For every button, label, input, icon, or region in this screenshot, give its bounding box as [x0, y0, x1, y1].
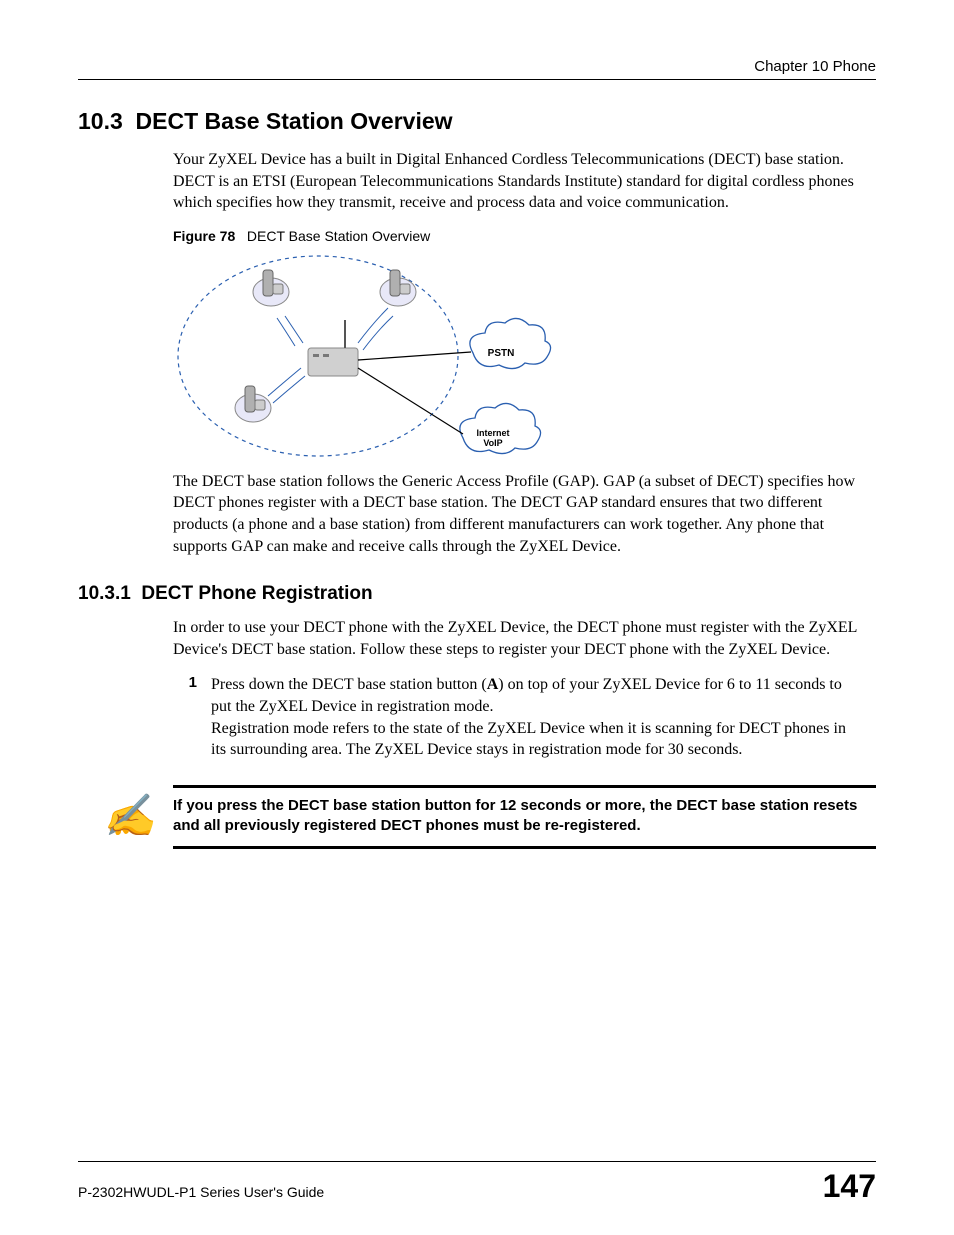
- step-text-bold: A: [487, 676, 499, 693]
- voip-label: VoIP: [483, 438, 502, 448]
- step-list: 1 Press down the DECT base station butto…: [173, 674, 876, 760]
- dect-phone-icon: [380, 270, 416, 306]
- figure-caption: Figure 78 DECT Base Station Overview: [173, 228, 876, 244]
- note-block: ✍ If you press the DECT base station but…: [173, 785, 876, 850]
- footer-page-number: 147: [823, 1168, 876, 1205]
- step-content: Press down the DECT base station button …: [211, 674, 846, 760]
- step-text-a: Press down the DECT base station button …: [211, 676, 487, 693]
- figure-diagram: PSTN Internet VoIP: [173, 248, 563, 463]
- figure-caption-text: DECT Base Station Overview: [247, 228, 430, 244]
- chapter-text: Chapter 10 Phone: [754, 58, 876, 75]
- dect-phone-icon: [253, 270, 289, 306]
- section-heading: 10.3 DECT Base Station Overview: [78, 108, 876, 135]
- pstn-cloud-icon: PSTN: [470, 318, 551, 368]
- dect-phone-icon: [235, 386, 271, 422]
- subsection-heading: 10.3.1 DECT Phone Registration: [78, 583, 876, 605]
- note-text: If you press the DECT base station butto…: [173, 796, 876, 837]
- subsection-number: 10.3.1: [78, 583, 131, 604]
- page-footer: P-2302HWUDL-P1 Series User's Guide 147: [78, 1161, 876, 1205]
- pstn-line: [358, 352, 471, 360]
- footer-guide: P-2302HWUDL-P1 Series User's Guide: [78, 1184, 324, 1200]
- internet-line: [358, 368, 463, 434]
- dect-diagram-svg: PSTN Internet VoIP: [173, 248, 563, 463]
- note-icon: ✍: [103, 792, 155, 841]
- internet-voip-cloud-icon: Internet VoIP: [460, 403, 541, 453]
- section-intro: Your ZyXEL Device has a built in Digital…: [173, 149, 876, 214]
- subsection-title: DECT Phone Registration: [141, 583, 372, 604]
- section-title: DECT Base Station Overview: [136, 108, 453, 134]
- figure-label: Figure 78: [173, 228, 235, 244]
- pstn-label: PSTN: [488, 348, 515, 359]
- after-figure-paragraph: The DECT base station follows the Generi…: [173, 471, 876, 557]
- step-text-c: Registration mode refers to the state of…: [211, 720, 846, 759]
- step-number: 1: [173, 674, 197, 691]
- section-number: 10.3: [78, 108, 123, 134]
- subsection-intro: In order to use your DECT phone with the…: [173, 617, 876, 660]
- chapter-header: Chapter 10 Phone: [78, 58, 876, 80]
- base-station-icon: [308, 320, 358, 376]
- internet-label: Internet: [476, 428, 509, 438]
